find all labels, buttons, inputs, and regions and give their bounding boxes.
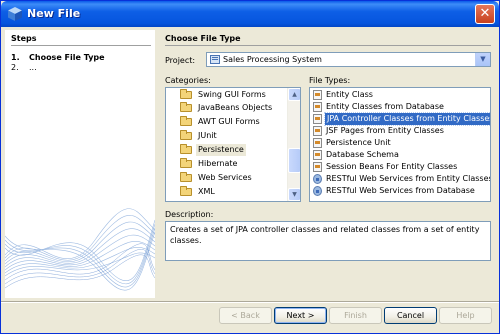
step-1-number: 1. <box>11 53 20 62</box>
web-service-icon <box>313 186 322 196</box>
new-file-dialog: New File ✕ Steps 1. Choose File Type 2...… <box>0 0 500 334</box>
project-select[interactable]: Sales Processing System ▼ <box>206 52 491 67</box>
file-type-item[interactable]: Session Beans For Entity Classes <box>311 161 475 173</box>
categories-scrollbar[interactable]: ▲ ▼ <box>287 88 300 201</box>
project-label: Project: <box>165 56 196 65</box>
file-type-item[interactable]: Persistence Unit <box>311 137 475 149</box>
categories-list[interactable]: Swing GUI Forms JavaBeans Objects AWT GU… <box>165 87 301 202</box>
scroll-thumb[interactable] <box>288 148 300 173</box>
jpa-controller-icon <box>313 114 322 124</box>
decorative-waves-image <box>5 208 155 291</box>
chevron-down-icon[interactable]: ▼ <box>475 53 490 66</box>
folder-icon <box>180 186 192 196</box>
folder-icon <box>180 102 192 112</box>
step-2: 2.... <box>11 63 37 72</box>
section-divider <box>165 45 491 46</box>
entity-class-icon <box>313 90 322 100</box>
file-types-label: File Types: <box>309 76 351 85</box>
entity-classes-icon <box>313 102 322 112</box>
step-1: 1. Choose File Type <box>11 53 105 62</box>
scroll-down-icon[interactable]: ▼ <box>288 188 300 201</box>
file-type-item[interactable]: Database Schema <box>311 149 475 161</box>
file-type-item[interactable]: RESTful Web Services from Entity Classes <box>311 173 490 185</box>
category-item[interactable]: Web Services <box>168 172 284 184</box>
step-1-label: Choose File Type <box>29 53 105 62</box>
folder-icon <box>180 172 192 182</box>
category-item[interactable]: Swing GUI Forms <box>168 89 284 101</box>
folder-icon <box>180 89 192 99</box>
finish-button[interactable]: Finish <box>329 307 382 324</box>
database-schema-icon <box>313 150 322 160</box>
web-service-icon <box>313 174 322 184</box>
netbeans-cube-icon <box>8 7 22 21</box>
file-types-list[interactable]: Entity Class Entity Classes from Databas… <box>309 87 491 202</box>
category-item[interactable]: JUnit <box>168 130 284 142</box>
persistence-unit-icon <box>313 138 322 148</box>
description-label: Description: <box>165 210 214 219</box>
folder-icon <box>180 116 192 126</box>
scroll-up-icon[interactable]: ▲ <box>288 88 300 101</box>
file-type-item[interactable]: Entity Class <box>311 89 475 101</box>
close-button[interactable]: ✕ <box>475 4 495 24</box>
folder-icon <box>180 144 192 154</box>
categories-label: Categories: <box>165 76 211 85</box>
cancel-button[interactable]: Cancel <box>384 307 437 324</box>
folder-icon <box>180 130 192 140</box>
category-item[interactable]: XML <box>168 186 284 198</box>
file-type-item-selected[interactable]: JPA Controller Classes from Entity Class… <box>311 112 490 126</box>
main-panel: Choose File Type Project: Sales Processi… <box>161 30 495 298</box>
project-select-value: Sales Processing System <box>223 55 322 64</box>
category-item[interactable]: Hibernate <box>168 158 284 170</box>
window-title: New File <box>27 7 81 20</box>
file-type-item[interactable]: JSF Pages from Entity Classes <box>311 125 475 137</box>
category-item-selected[interactable]: Persistence <box>168 144 284 156</box>
title-bar[interactable]: New File ✕ <box>1 1 499 27</box>
file-type-item[interactable]: RESTful Web Services from Database <box>311 185 475 197</box>
steps-divider <box>11 45 151 46</box>
back-button[interactable]: < Back <box>219 307 272 324</box>
project-icon <box>210 55 220 64</box>
step-2-number: 2. <box>11 63 19 72</box>
file-type-item[interactable]: Entity Classes from Database <box>311 101 475 113</box>
description-text: Creates a set of JPA controller classes … <box>165 221 491 261</box>
steps-panel: Steps 1. Choose File Type 2.... <box>5 30 155 298</box>
session-bean-icon <box>313 162 322 172</box>
section-title: Choose File Type <box>165 34 241 43</box>
category-item[interactable]: AWT GUI Forms <box>168 116 284 128</box>
step-2-label: ... <box>29 63 37 72</box>
steps-title: Steps <box>11 34 37 43</box>
next-button[interactable]: Next > <box>274 307 327 324</box>
jsf-page-icon <box>313 126 322 136</box>
folder-icon <box>180 158 192 168</box>
category-item[interactable]: JavaBeans Objects <box>168 102 284 114</box>
button-bar-divider <box>1 301 499 303</box>
help-button[interactable]: Help <box>439 307 492 324</box>
